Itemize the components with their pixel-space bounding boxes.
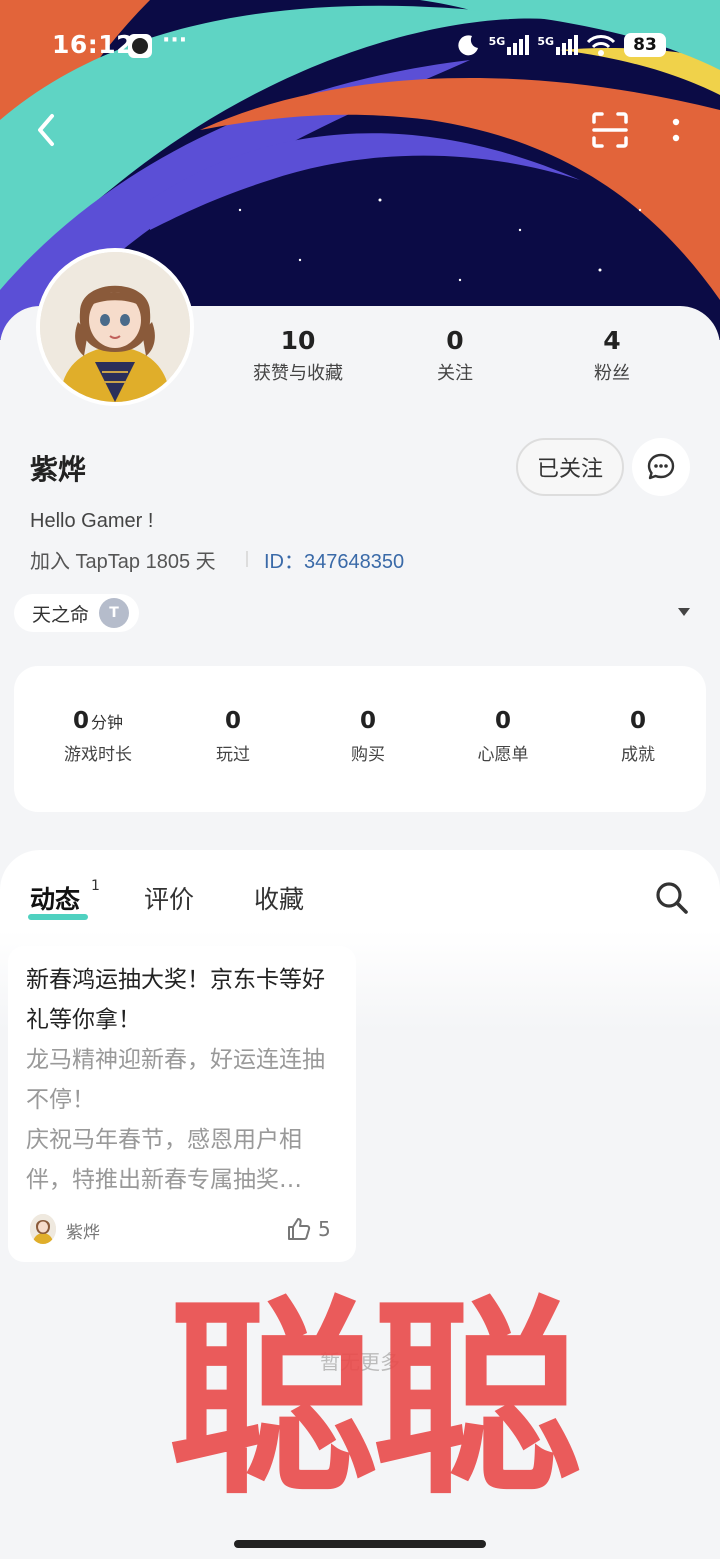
status-more-indicator: ··· — [162, 28, 188, 53]
avatar[interactable] — [36, 248, 194, 406]
thumbs-up-icon[interactable] — [286, 1216, 312, 1242]
game-stat-played-label: 玩过 — [216, 745, 250, 765]
playtime-unit: 分钟 — [91, 713, 124, 732]
status-bar: 16:12 ··· 5G 5G 83 — [0, 26, 720, 66]
username: 紫烨 — [30, 453, 87, 486]
tab-active-underline — [28, 914, 88, 920]
game-stat-played-value: 0 — [224, 708, 241, 734]
game-stat-wishlist-value: 0 — [494, 708, 511, 734]
clock-app-icon — [128, 34, 152, 58]
game-stat-playtime-label: 游戏时长 — [64, 745, 132, 765]
status-indicators: 5G 5G 83 — [457, 30, 666, 60]
like-count: 5 — [318, 1217, 331, 1241]
joined-days: 加入 TapTap 1805 天 — [30, 551, 216, 573]
game-stat-purchased-label: 购买 — [351, 745, 385, 765]
post-author-avatar-illustration — [30, 1214, 56, 1244]
avatar-illustration — [40, 252, 190, 402]
game-stat-played[interactable]: 0 玩过 — [163, 708, 303, 765]
tab-feed[interactable]: 动态 — [30, 880, 80, 916]
stat-following[interactable]: 0 关注 — [385, 326, 525, 385]
game-stat-playtime-value: 0 分钟 — [28, 708, 168, 734]
stat-likes[interactable]: 10 获赞与收藏 — [228, 326, 368, 385]
signal-1-label: 5G — [488, 35, 506, 48]
profile-stats: 10 获赞与收藏 0 关注 4 粉丝 — [220, 326, 700, 396]
more-icon[interactable] — [660, 108, 692, 152]
taptap-badge-icon: T — [99, 598, 130, 628]
playtime-number: 0 — [72, 708, 89, 734]
signal-2-label: 5G — [537, 35, 554, 48]
stat-following-label: 关注 — [437, 363, 473, 384]
status-time: 16:12 — [52, 30, 135, 59]
tab-reviews[interactable]: 评价 — [144, 880, 194, 916]
moon-icon — [457, 35, 478, 56]
info-divider — [246, 551, 248, 567]
home-indicator[interactable] — [234, 1540, 486, 1548]
search-icon[interactable] — [652, 878, 692, 918]
user-id[interactable]: ID：347648350 — [264, 545, 404, 574]
post-card[interactable]: 新春鸿运抽大奖！京东卡等好礼等你拿！ 龙马精神迎新春，好运连连抽不停！ 庆祝马年… — [8, 946, 356, 1262]
expand-arrow-icon[interactable] — [678, 608, 690, 616]
post-body: 龙马精神迎新春，好运连连抽不停！ 庆祝马年春节，感恩用户相伴，特推出新春专属抽奖… — [26, 1047, 325, 1193]
stat-likes-value: 10 — [280, 326, 316, 355]
game-stat-playtime[interactable]: 0 分钟 游戏时长 — [28, 708, 168, 765]
battery-indicator: 83 — [624, 33, 666, 57]
tab-feed-count: 1 — [91, 878, 100, 894]
game-stat-wishlist-label: 心愿单 — [477, 745, 529, 765]
cell-signal-2-icon: 5G — [537, 35, 578, 55]
game-stat-purchased[interactable]: 0 购买 — [298, 708, 438, 765]
tab-favorites[interactable]: 收藏 — [254, 880, 304, 916]
game-stat-wishlist[interactable]: 0 心愿单 — [433, 708, 573, 765]
game-stat-achievements[interactable]: 0 成就 — [568, 708, 708, 765]
chat-bubble-icon — [647, 453, 675, 480]
title-tag[interactable]: 天之命 T — [14, 594, 140, 632]
top-nav — [0, 100, 720, 160]
game-stats-card: 0 分钟 游戏时长 0 玩过 0 购买 0 心愿单 0 成就 — [14, 666, 706, 812]
stat-fans[interactable]: 4 粉丝 — [542, 326, 682, 385]
post-author-avatar — [30, 1214, 56, 1244]
post-author-name[interactable]: 紫烨 — [66, 1218, 100, 1243]
stat-fans-value: 4 — [603, 326, 621, 355]
game-stat-achievements-label: 成就 — [621, 745, 655, 765]
bio: Hello Gamer ! — [30, 510, 154, 532]
stat-following-value: 0 — [446, 326, 464, 355]
cell-signal-1-icon: 5G — [489, 35, 530, 55]
game-stat-purchased-value: 0 — [359, 708, 376, 734]
stat-fans-label: 粉丝 — [594, 363, 630, 384]
title-tag-label: 天之命 — [32, 603, 90, 626]
post-title: 新春鸿运抽大奖！京东卡等好礼等你拿！ — [26, 967, 325, 1033]
back-icon[interactable] — [28, 110, 68, 150]
watermark-overlay: 聪聪 — [168, 1276, 582, 1523]
message-button[interactable] — [632, 438, 690, 496]
game-stat-achievements-value: 0 — [629, 708, 646, 734]
wifi-icon — [586, 35, 616, 56]
followed-button[interactable]: 已关注 — [516, 438, 624, 496]
scan-icon[interactable] — [588, 108, 632, 152]
stat-likes-label: 获赞与收藏 — [253, 363, 343, 384]
